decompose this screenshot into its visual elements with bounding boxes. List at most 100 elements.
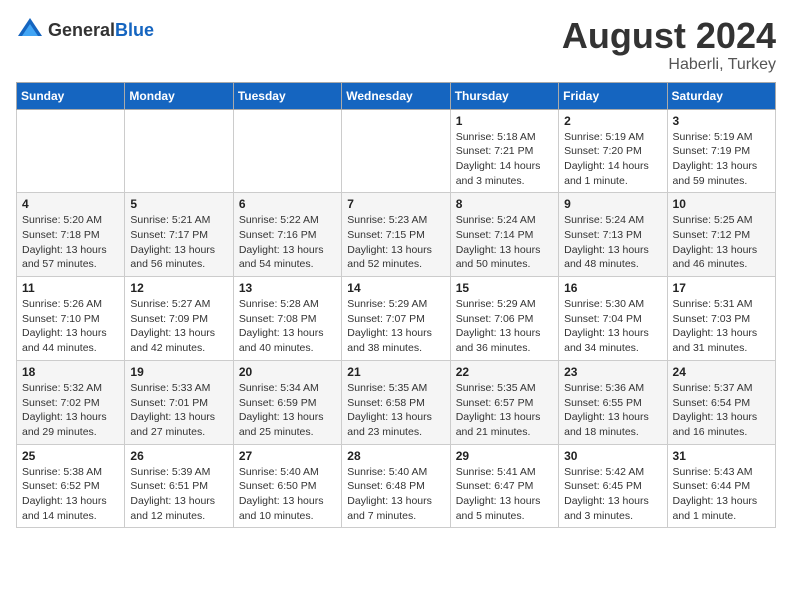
day-number: 22 (456, 365, 553, 379)
calendar-cell (17, 109, 125, 193)
day-info: Sunrise: 5:38 AM Sunset: 6:52 PM Dayligh… (22, 465, 119, 524)
day-info: Sunrise: 5:29 AM Sunset: 7:06 PM Dayligh… (456, 297, 553, 356)
day-info: Sunrise: 5:18 AM Sunset: 7:21 PM Dayligh… (456, 130, 553, 189)
calendar-cell: 20 Sunrise: 5:34 AM Sunset: 6:59 PM Dayli… (233, 360, 341, 444)
day-info: Sunrise: 5:23 AM Sunset: 7:15 PM Dayligh… (347, 213, 444, 272)
calendar-cell: 19Sunrise: 5:33 AM Sunset: 7:01 PM Dayli… (125, 360, 233, 444)
day-number: 5 (130, 197, 227, 211)
day-info: Sunrise: 5:19 AM Sunset: 7:19 PM Dayligh… (673, 130, 770, 189)
weekday-header-thursday: Thursday (450, 82, 558, 109)
calendar-cell (233, 109, 341, 193)
calendar-cell (125, 109, 233, 193)
day-info: Sunrise: 5:21 AM Sunset: 7:17 PM Dayligh… (130, 213, 227, 272)
day-info: Sunrise: 5:19 AM Sunset: 7:20 PM Dayligh… (564, 130, 661, 189)
calendar-week-row: 4 Sunrise: 5:20 AM Sunset: 7:18 PM Daylig… (17, 193, 776, 277)
day-info: Sunrise: 5:33 AM Sunset: 7:01 PM Dayligh… (130, 381, 227, 440)
day-info: Sunrise: 5:36 AM Sunset: 6:55 PM Dayligh… (564, 381, 661, 440)
day-number: 23 (564, 365, 661, 379)
calendar-cell: 12 Sunrise: 5:27 AM Sunset: 7:09 PM Dayli… (125, 277, 233, 361)
day-info: Sunrise: 5:34 AM Sunset: 6:59 PM Dayligh… (239, 381, 336, 440)
day-number: 25 (22, 449, 119, 463)
weekday-header-monday: Monday (125, 82, 233, 109)
day-number: 16 (564, 281, 661, 295)
calendar-cell: 23 Sunrise: 5:36 AM Sunset: 6:55 PM Dayli… (559, 360, 667, 444)
day-info: Sunrise: 5:37 AM Sunset: 6:54 PM Dayligh… (673, 381, 770, 440)
day-info: Sunrise: 5:41 AM Sunset: 6:47 PM Dayligh… (456, 465, 553, 524)
day-info: Sunrise: 5:22 AM Sunset: 7:16 PM Dayligh… (239, 213, 336, 272)
calendar-cell: 6 Sunrise: 5:22 AM Sunset: 7:16 PM Daylig… (233, 193, 341, 277)
day-number: 28 (347, 449, 444, 463)
day-number: 6 (239, 197, 336, 211)
calendar-cell: 11 Sunrise: 5:26 AM Sunset: 7:10 PM Dayli… (17, 277, 125, 361)
day-info: Sunrise: 5:26 AM Sunset: 7:10 PM Dayligh… (22, 297, 119, 356)
calendar-cell: 18Sunrise: 5:32 AM Sunset: 7:02 PM Dayli… (17, 360, 125, 444)
calendar-cell: 14Sunrise: 5:29 AM Sunset: 7:07 PM Dayli… (342, 277, 450, 361)
calendar-cell: 16 Sunrise: 5:30 AM Sunset: 7:04 PM Dayli… (559, 277, 667, 361)
day-info: Sunrise: 5:20 AM Sunset: 7:18 PM Dayligh… (22, 213, 119, 272)
day-info: Sunrise: 5:30 AM Sunset: 7:04 PM Dayligh… (564, 297, 661, 356)
day-number: 2 (564, 114, 661, 128)
logo-text-blue: Blue (115, 20, 154, 40)
day-number: 12 (130, 281, 227, 295)
day-info: Sunrise: 5:35 AM Sunset: 6:57 PM Dayligh… (456, 381, 553, 440)
calendar-week-row: 18Sunrise: 5:32 AM Sunset: 7:02 PM Dayli… (17, 360, 776, 444)
calendar-cell: 5 Sunrise: 5:21 AM Sunset: 7:17 PM Daylig… (125, 193, 233, 277)
day-info: Sunrise: 5:40 AM Sunset: 6:48 PM Dayligh… (347, 465, 444, 524)
day-number: 21 (347, 365, 444, 379)
month-year-title: August 2024 (562, 16, 776, 56)
calendar-cell: 29 Sunrise: 5:41 AM Sunset: 6:47 PM Dayli… (450, 444, 558, 528)
title-block: August 2024 Haberli, Turkey (562, 16, 776, 74)
calendar-cell: 13 Sunrise: 5:28 AM Sunset: 7:08 PM Dayli… (233, 277, 341, 361)
day-number: 24 (673, 365, 770, 379)
day-number: 13 (239, 281, 336, 295)
day-info: Sunrise: 5:35 AM Sunset: 6:58 PM Dayligh… (347, 381, 444, 440)
calendar-week-row: 1 Sunrise: 5:18 AM Sunset: 7:21 PM Daylig… (17, 109, 776, 193)
day-number: 7 (347, 197, 444, 211)
weekday-header-sunday: Sunday (17, 82, 125, 109)
calendar-cell: 9Sunrise: 5:24 AM Sunset: 7:13 PM Daylig… (559, 193, 667, 277)
day-number: 1 (456, 114, 553, 128)
day-info: Sunrise: 5:42 AM Sunset: 6:45 PM Dayligh… (564, 465, 661, 524)
weekday-header-tuesday: Tuesday (233, 82, 341, 109)
calendar-cell (342, 109, 450, 193)
day-number: 4 (22, 197, 119, 211)
day-info: Sunrise: 5:25 AM Sunset: 7:12 PM Dayligh… (673, 213, 770, 272)
weekday-header-friday: Friday (559, 82, 667, 109)
day-number: 11 (22, 281, 119, 295)
calendar-cell: 21 Sunrise: 5:35 AM Sunset: 6:58 PM Dayli… (342, 360, 450, 444)
day-info: Sunrise: 5:32 AM Sunset: 7:02 PM Dayligh… (22, 381, 119, 440)
calendar-cell: 24 Sunrise: 5:37 AM Sunset: 6:54 PM Dayli… (667, 360, 775, 444)
day-number: 20 (239, 365, 336, 379)
weekday-header-row: SundayMondayTuesdayWednesdayThursdayFrid… (17, 82, 776, 109)
calendar-cell: 7 Sunrise: 5:23 AM Sunset: 7:15 PM Daylig… (342, 193, 450, 277)
day-info: Sunrise: 5:39 AM Sunset: 6:51 PM Dayligh… (130, 465, 227, 524)
calendar-cell: 10Sunrise: 5:25 AM Sunset: 7:12 PM Dayli… (667, 193, 775, 277)
logo-icon (16, 16, 44, 44)
calendar-cell: 15 Sunrise: 5:29 AM Sunset: 7:06 PM Dayli… (450, 277, 558, 361)
calendar-cell: 30Sunrise: 5:42 AM Sunset: 6:45 PM Dayli… (559, 444, 667, 528)
day-number: 27 (239, 449, 336, 463)
logo-text-general: General (48, 20, 115, 40)
day-number: 15 (456, 281, 553, 295)
day-info: Sunrise: 5:29 AM Sunset: 7:07 PM Dayligh… (347, 297, 444, 356)
day-info: Sunrise: 5:43 AM Sunset: 6:44 PM Dayligh… (673, 465, 770, 524)
calendar-cell: 4 Sunrise: 5:20 AM Sunset: 7:18 PM Daylig… (17, 193, 125, 277)
day-info: Sunrise: 5:28 AM Sunset: 7:08 PM Dayligh… (239, 297, 336, 356)
day-info: Sunrise: 5:27 AM Sunset: 7:09 PM Dayligh… (130, 297, 227, 356)
day-number: 3 (673, 114, 770, 128)
calendar-cell: 26 Sunrise: 5:39 AM Sunset: 6:51 PM Dayli… (125, 444, 233, 528)
calendar-cell: 3 Sunrise: 5:19 AM Sunset: 7:19 PM Daylig… (667, 109, 775, 193)
calendar-week-row: 25 Sunrise: 5:38 AM Sunset: 6:52 PM Dayli… (17, 444, 776, 528)
calendar-cell: 2 Sunrise: 5:19 AM Sunset: 7:20 PM Daylig… (559, 109, 667, 193)
calendar-cell: 8 Sunrise: 5:24 AM Sunset: 7:14 PM Daylig… (450, 193, 558, 277)
location-subtitle: Haberli, Turkey (562, 56, 776, 74)
day-info: Sunrise: 5:24 AM Sunset: 7:13 PM Dayligh… (564, 213, 661, 272)
calendar-cell: 31Sunrise: 5:43 AM Sunset: 6:44 PM Dayli… (667, 444, 775, 528)
day-number: 26 (130, 449, 227, 463)
day-number: 29 (456, 449, 553, 463)
weekday-header-saturday: Saturday (667, 82, 775, 109)
logo: GeneralBlue (16, 16, 154, 44)
calendar-cell: 1 Sunrise: 5:18 AM Sunset: 7:21 PM Daylig… (450, 109, 558, 193)
day-info: Sunrise: 5:24 AM Sunset: 7:14 PM Dayligh… (456, 213, 553, 272)
day-number: 8 (456, 197, 553, 211)
